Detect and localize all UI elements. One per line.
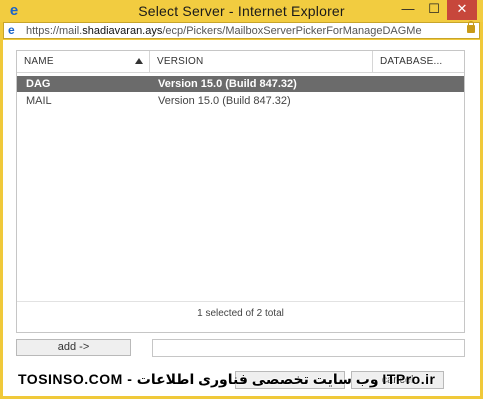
status-divider [17, 301, 464, 302]
watermark-text: TOSINSO.COM - وب سایت تخصصی فناوری اطلاع… [18, 371, 436, 387]
dialog-content: NAME VERSION DATABASE... DAG Version 15.… [3, 40, 480, 396]
selection-status: 1 selected of 2 total [197, 308, 284, 319]
column-header-name[interactable]: NAME [17, 51, 150, 72]
add-button[interactable]: add -> [16, 339, 131, 356]
browser-window: e Select Server - Internet Explorer — ☐ … [0, 0, 483, 399]
row-version: Version 15.0 (Build 847.32) [158, 95, 291, 107]
title-bar[interactable]: e Select Server - Internet Explorer — ☐ … [0, 0, 483, 22]
address-bar[interactable]: e https://mail.shadiavaran.ays/ecp/Picke… [3, 21, 480, 39]
row-name: DAG [26, 78, 51, 90]
maximize-button[interactable]: ☐ [421, 0, 447, 20]
row-version: Version 15.0 (Build 847.32) [158, 78, 297, 90]
table-row[interactable]: MAIL Version 15.0 (Build 847.32) [17, 93, 464, 109]
url-text[interactable]: https://mail.shadiavaran.ays/ecp/Pickers… [26, 24, 457, 38]
column-header-version[interactable]: VERSION [150, 51, 373, 72]
url-prefix: https://mail. [26, 25, 83, 37]
selected-servers-field[interactable] [152, 339, 465, 357]
column-header-database[interactable]: DATABASE... [373, 51, 464, 72]
table-row[interactable]: DAG Version 15.0 (Build 847.32) [17, 76, 464, 92]
page-icon: e [8, 23, 15, 37]
minimize-button[interactable]: — [395, 0, 421, 20]
list-header: NAME VERSION DATABASE... [17, 51, 464, 73]
row-name: MAIL [26, 95, 52, 107]
close-button[interactable]: ✕ [447, 0, 477, 20]
url-host: shadiavaran.ays [82, 25, 163, 37]
url-path: /ecp/Pickers/MailboxServerPickerForManag… [162, 25, 422, 37]
server-list: NAME VERSION DATABASE... DAG Version 15.… [16, 50, 465, 333]
sort-ascending-icon [135, 58, 143, 64]
lock-icon[interactable] [467, 21, 475, 33]
